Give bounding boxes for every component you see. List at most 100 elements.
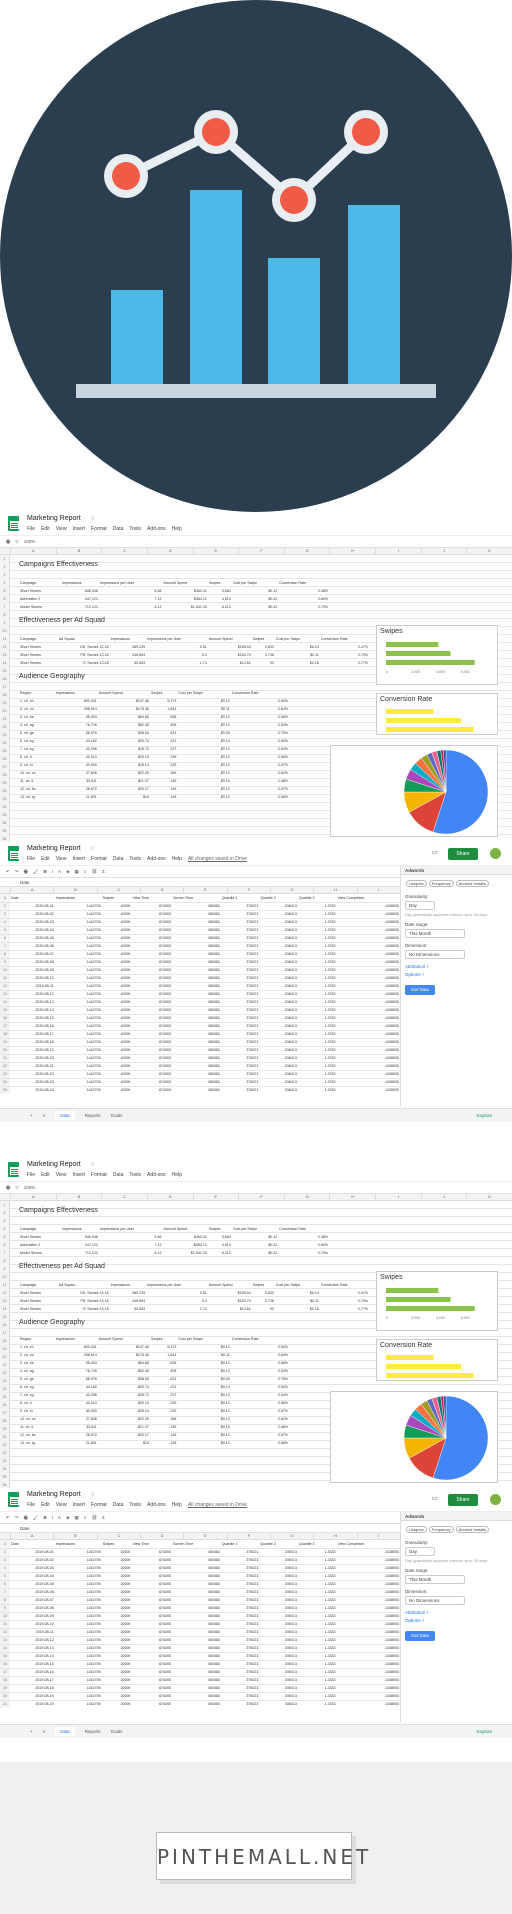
value-cell[interactable]: 1.3333 — [298, 918, 337, 926]
value-cell[interactable]: 1438000 — [337, 958, 400, 966]
value-cell[interactable]: 1.3333 — [298, 1684, 337, 1692]
value-cell[interactable]: 1438000 — [337, 1580, 400, 1588]
row-number[interactable]: 13 — [0, 651, 9, 659]
row-number[interactable]: 26 — [0, 755, 9, 763]
table-cell[interactable]: 8. ch, ti — [19, 1399, 55, 1407]
table-cell[interactable]: 3,664 — [208, 587, 232, 595]
value-cell[interactable]: 1438000 — [337, 902, 400, 910]
value-cell[interactable]: 1.3333 — [298, 1604, 337, 1612]
value-cell[interactable]: 1438000 — [337, 910, 400, 918]
value-cell[interactable]: 674000 — [131, 1676, 172, 1684]
fill-color-icon[interactable]: ◈ — [66, 1515, 69, 1521]
row-number[interactable]: 29 — [0, 779, 9, 787]
value-cell[interactable]: 1438000 — [337, 990, 400, 998]
value-cell[interactable]: 1442705 — [55, 1086, 102, 1094]
table-cell[interactable]: 2. ch, vd — [19, 1351, 55, 1359]
value-cell[interactable]: 1442705 — [55, 1078, 102, 1086]
value-cell[interactable]: 674000 — [131, 1604, 172, 1612]
value-cell[interactable]: 1.3333 — [298, 1620, 337, 1628]
value-cell[interactable]: 450463 — [172, 1636, 221, 1644]
value-cell[interactable]: 336413 — [259, 1676, 298, 1684]
value-cell[interactable]: 376021 — [221, 1692, 260, 1700]
date-cell[interactable]: 2019-08-20 — [10, 1054, 55, 1062]
table-cell[interactable]: 0.57% — [231, 1431, 289, 1439]
value-cell[interactable]: 1442705 — [55, 998, 102, 1006]
value-cell[interactable]: 10000 — [102, 958, 132, 966]
value-cell[interactable]: 1.3333 — [298, 1548, 337, 1556]
table-cell[interactable]: 42,013 — [55, 1399, 98, 1407]
value-cell[interactable]: 1442705 — [55, 1006, 102, 1014]
value-cell[interactable]: 450463 — [172, 1078, 221, 1086]
sheets-logo-icon[interactable] — [8, 516, 19, 531]
row-number[interactable]: 1 — [0, 555, 9, 563]
add-sheet-icon[interactable]: + — [30, 1729, 33, 1734]
table-cell[interactable]: 7. ch, sg — [19, 745, 55, 753]
value-cell[interactable]: 1438000 — [337, 1014, 400, 1022]
value-cell[interactable]: 1442705 — [55, 1692, 102, 1700]
swipes-chart[interactable]: Swipes 0 2,000 4,000 6,000 — [376, 625, 498, 685]
row-number[interactable]: 3 — [0, 1217, 9, 1225]
value-cell[interactable]: 674000 — [131, 1628, 172, 1636]
table-cell[interactable]: 26,972 — [55, 1431, 98, 1439]
col-f[interactable]: F — [238, 548, 284, 554]
table-cell[interactable]: 4,514 — [208, 595, 232, 603]
table-cell[interactable]: 0.77% — [320, 659, 369, 667]
value-cell[interactable]: 10000 — [102, 1612, 132, 1620]
value-cell[interactable]: 10000 — [102, 1628, 132, 1636]
table-cell[interactable]: $384.12 — [163, 595, 208, 603]
value-cell[interactable]: 1.3333 — [298, 1588, 337, 1596]
row-number[interactable]: 34 — [0, 819, 9, 827]
value-cell[interactable]: 1442705 — [55, 982, 102, 990]
row-number[interactable]: 22 — [0, 723, 9, 731]
table-header-cell[interactable]: Swipes — [252, 1281, 275, 1289]
table-cell[interactable]: $21.07 — [98, 1423, 150, 1431]
value-cell[interactable]: 1.3333 — [298, 1030, 337, 1038]
menu-help[interactable]: Help — [172, 856, 182, 862]
value-cell[interactable]: 376021 — [221, 974, 260, 982]
table-cell[interactable]: 5.3 — [146, 1297, 208, 1305]
value-cell[interactable]: 10000 — [102, 1684, 132, 1692]
date-cell[interactable]: 2019-08-22 — [10, 1070, 55, 1078]
table-cell[interactable]: DE: Stories 13-18 — [58, 643, 110, 651]
bold-icon[interactable]: B — [44, 1515, 47, 1520]
paint-format-icon[interactable]: 🖌 — [33, 869, 39, 875]
table-cell[interactable]: 0.54% — [231, 1391, 289, 1399]
geography-pie-chart[interactable] — [330, 745, 498, 837]
table-cell[interactable]: 21,891 — [55, 793, 98, 801]
value-cell[interactable]: 336413 — [259, 1636, 298, 1644]
table-cell[interactable]: 389,239 — [110, 643, 146, 651]
row-number[interactable]: 16 — [0, 1321, 9, 1329]
value-cell[interactable]: 376021 — [221, 942, 260, 950]
table-cell[interactable]: $38.55 — [98, 729, 150, 737]
table-cell[interactable]: $28.14 — [98, 761, 150, 769]
row-number[interactable]: 21 — [0, 715, 9, 723]
table-cell[interactable]: 6.12 — [99, 603, 163, 611]
value-cell[interactable]: 10000 — [102, 990, 132, 998]
value-cell[interactable]: 1438000 — [337, 1612, 400, 1620]
menu-view[interactable]: View — [56, 1172, 67, 1178]
value-cell[interactable]: 376021 — [221, 1548, 260, 1556]
date-cell[interactable]: 2019-08-18 — [10, 1038, 55, 1046]
table-cell[interactable]: 712,121 — [61, 1249, 99, 1257]
table-cell[interactable]: 5,833 — [252, 1289, 275, 1297]
row-number[interactable]: 6 — [0, 1241, 9, 1249]
date-cell[interactable]: 2019-08-06 — [10, 942, 55, 950]
table-cell[interactable]: 447,121 — [61, 1241, 99, 1249]
value-cell[interactable]: 336413 — [259, 1022, 298, 1030]
table-header-cell[interactable]: Swipes — [252, 635, 275, 643]
attribution-link[interactable]: Attribution + — [405, 1610, 508, 1615]
value-cell[interactable]: 336413 — [259, 1572, 298, 1580]
value-cell[interactable]: 1442705 — [55, 1596, 102, 1604]
table-cell[interactable]: 44,182 — [55, 737, 98, 745]
table-cell[interactable]: 0.58% — [231, 793, 289, 801]
table-cell[interactable]: $20.17 — [98, 785, 150, 793]
save-status-link[interactable]: All changes saved in Drive — [188, 1502, 247, 1508]
table-header-cell[interactable]: Swipes — [208, 1225, 232, 1233]
redo-icon[interactable]: ↷ — [15, 869, 19, 875]
table-cell[interactable]: 631 — [150, 1375, 177, 1383]
add-sheet-icon[interactable]: + — [30, 1113, 33, 1118]
value-cell[interactable]: 674000 — [131, 1644, 172, 1652]
date-cell[interactable]: 2019-08-18 — [10, 1684, 55, 1692]
table-cell[interactable]: 5,833 — [252, 643, 275, 651]
text-color-icon[interactable]: A — [58, 1515, 61, 1520]
